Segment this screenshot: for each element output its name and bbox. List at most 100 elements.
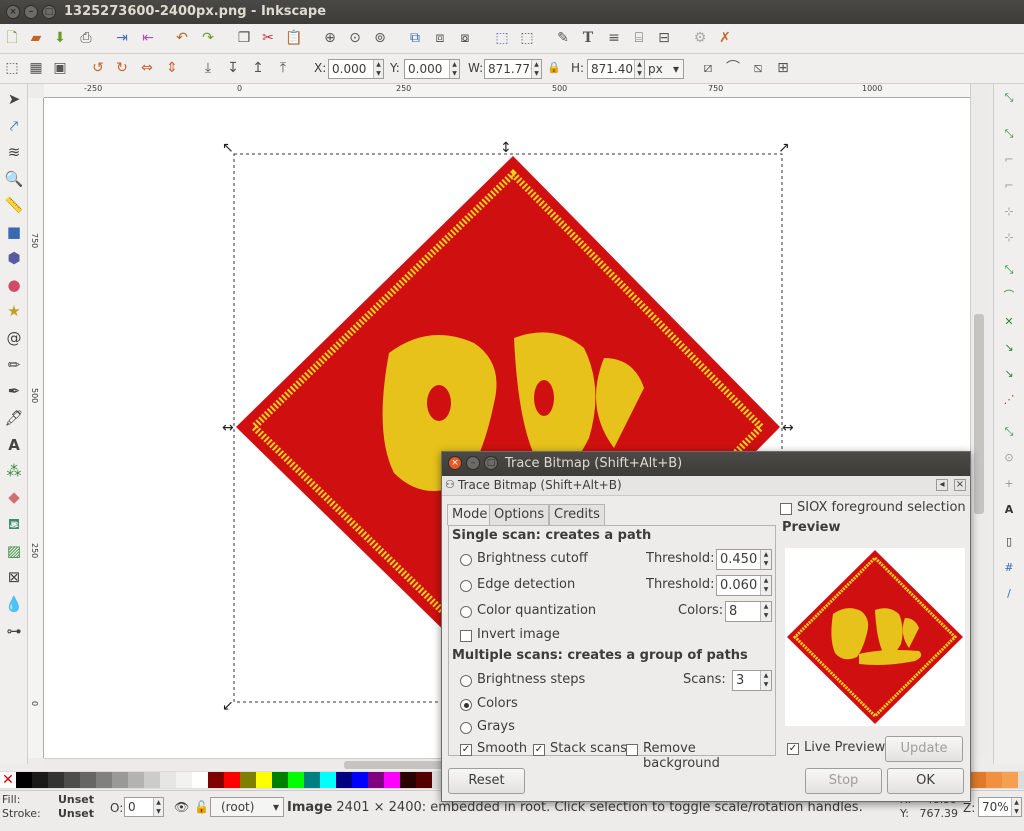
new-document-icon[interactable]: 🗋	[2, 28, 22, 48]
raise-to-top-icon[interactable]: ⤒	[273, 58, 293, 78]
connector-tool-icon[interactable]: ⊶	[3, 620, 25, 642]
tab-options[interactable]: Options	[489, 504, 550, 526]
swatch[interactable]	[96, 772, 112, 788]
fill-value[interactable]: Unset	[58, 793, 94, 806]
swatch[interactable]	[336, 772, 352, 788]
unit-select[interactable]: px ▾	[644, 59, 684, 79]
lock-layer-icon[interactable]: 🔓	[194, 800, 209, 814]
smooth-checkbox[interactable]: ✓	[460, 744, 472, 756]
preferences-icon[interactable]: ⚙	[690, 28, 710, 48]
swatch[interactable]	[144, 772, 160, 788]
stack-scans-checkbox[interactable]: ✓	[533, 744, 545, 756]
remove-background-label[interactable]: Remove background	[643, 741, 775, 771]
left-ruler[interactable]: 750 500 250 0	[28, 98, 44, 758]
swatch[interactable]	[986, 772, 1002, 788]
swatch[interactable]	[384, 772, 400, 788]
swatch[interactable]	[368, 772, 384, 788]
swatch[interactable]	[48, 772, 64, 788]
height-stepper[interactable]: ▲ ▼	[634, 60, 644, 78]
duplicate-icon[interactable]: ⧉	[405, 28, 425, 48]
y-field[interactable]: 0.000 ▲ ▼	[404, 59, 460, 79]
live-preview-checkbox[interactable]: ✓	[787, 743, 799, 755]
snap-rotation-center-icon[interactable]: +	[999, 474, 1019, 494]
swatch[interactable]	[304, 772, 320, 788]
copy-icon[interactable]: ❐	[234, 28, 254, 48]
tweak-tool-icon[interactable]: ≋	[3, 141, 25, 163]
grays-label[interactable]: Grays	[477, 719, 515, 734]
dialog-maximize-icon[interactable]: □	[484, 456, 498, 470]
brightness-steps-radio[interactable]	[460, 675, 472, 687]
snap-smooth-icon[interactable]: ↘	[999, 364, 1019, 384]
cut-icon[interactable]: ✂	[258, 28, 278, 48]
snap-midpoint-icon[interactable]: ⋰	[999, 390, 1019, 410]
colors-stepper[interactable]: ▲ ▼	[760, 602, 771, 621]
swatch[interactable]	[320, 772, 336, 788]
text-tool-icon[interactable]: A	[3, 434, 25, 456]
colors-option-label[interactable]: Colors	[477, 696, 518, 711]
zoom-tool-icon[interactable]: 🔍	[3, 168, 25, 190]
snap-text-baseline-icon[interactable]: A	[999, 500, 1019, 520]
tab-mode[interactable]: Mode	[447, 504, 493, 526]
scale-corners-icon[interactable]: ⌒	[723, 58, 743, 78]
minimize-window-icon[interactable]: –	[24, 5, 38, 19]
stack-scans-label[interactable]: Stack scans	[550, 741, 627, 756]
stop-button[interactable]: Stop	[805, 768, 882, 794]
dialog-panel-close-icon[interactable]: ×	[954, 479, 966, 491]
star-tool-icon[interactable]: ★	[3, 300, 25, 322]
swatch[interactable]	[64, 772, 80, 788]
dropper-tool-icon[interactable]: 💧	[3, 593, 25, 615]
invert-image-label[interactable]: Invert image	[477, 627, 560, 642]
edge-detection-radio[interactable]	[460, 580, 472, 592]
remove-background-checkbox[interactable]	[626, 744, 638, 756]
pencil-tool-icon[interactable]: ✏	[3, 354, 25, 376]
snap-page-border-icon[interactable]: ▯	[999, 532, 1019, 552]
layers-icon[interactable]: ≡	[604, 28, 624, 48]
swatch[interactable]	[970, 772, 986, 788]
swatch[interactable]	[272, 772, 288, 788]
swatch[interactable]	[400, 772, 416, 788]
rectangle-tool-icon[interactable]: ■	[3, 221, 25, 243]
paste-icon[interactable]: 📋	[284, 28, 304, 48]
y-stepper[interactable]: ▲ ▼	[449, 60, 459, 78]
threshold2-field[interactable]: 0.060 ▲ ▼	[716, 575, 772, 596]
zoom-drawing-icon[interactable]: ⊙	[345, 28, 365, 48]
hide-layer-icon[interactable]: 👁	[174, 800, 189, 814]
lower-icon[interactable]: ↧	[223, 58, 243, 78]
rotate-cw-icon[interactable]: ↻	[112, 58, 132, 78]
brightness-cutoff-label[interactable]: Brightness cutoff	[477, 551, 588, 566]
zoom-selection-icon[interactable]: ⊕	[320, 28, 340, 48]
layer-dropdown[interactable]: (root) ▾	[210, 797, 284, 817]
dialog-minimize-icon[interactable]: –	[466, 456, 480, 470]
reset-button[interactable]: Reset	[448, 768, 525, 794]
gradient-tool-icon[interactable]: ▨	[3, 540, 25, 562]
vertical-scroll-thumb[interactable]	[974, 314, 984, 514]
snap-others-icon[interactable]: ⤡	[999, 422, 1019, 442]
flip-horizontal-icon[interactable]: ⇔	[137, 58, 157, 78]
live-preview-label[interactable]: Live Preview	[804, 740, 885, 755]
eraser-tool-icon[interactable]: ◆	[3, 486, 25, 508]
colors-radio[interactable]	[460, 699, 472, 711]
swatch[interactable]	[176, 772, 192, 788]
print-icon[interactable]: ⎙	[76, 28, 96, 48]
color-quantization-radio[interactable]	[460, 606, 472, 618]
dialog-close-icon[interactable]: ×	[448, 456, 462, 470]
undo-icon[interactable]: ↶	[172, 28, 192, 48]
snap-bbox-corner-icon[interactable]: ⌐	[999, 176, 1019, 196]
zoom-stepper[interactable]: ▲ ▼	[1011, 798, 1021, 816]
maximize-window-icon[interactable]: □	[42, 5, 56, 19]
update-button[interactable]: Update	[885, 736, 963, 762]
color-quantization-label[interactable]: Color quantization	[477, 603, 596, 618]
stroke-value[interactable]: Unset	[58, 807, 94, 820]
flip-vertical-icon[interactable]: ⇕	[162, 58, 182, 78]
redo-icon[interactable]: ↷	[198, 28, 218, 48]
no-paint-swatch[interactable]: ✕	[0, 772, 16, 788]
invert-image-checkbox[interactable]	[460, 630, 472, 642]
rotate-ccw-icon[interactable]: ↺	[88, 58, 108, 78]
fill-stroke-icon[interactable]: ✎	[553, 28, 573, 48]
smooth-label[interactable]: Smooth	[477, 741, 527, 756]
swatch[interactable]	[416, 772, 432, 788]
import-icon[interactable]: ⇥	[112, 28, 132, 48]
opacity-field[interactable]: 0 ▲ ▼	[124, 797, 164, 817]
paint-bucket-tool-icon[interactable]: ⛾	[3, 513, 25, 535]
edge-detection-label[interactable]: Edge detection	[477, 577, 575, 592]
